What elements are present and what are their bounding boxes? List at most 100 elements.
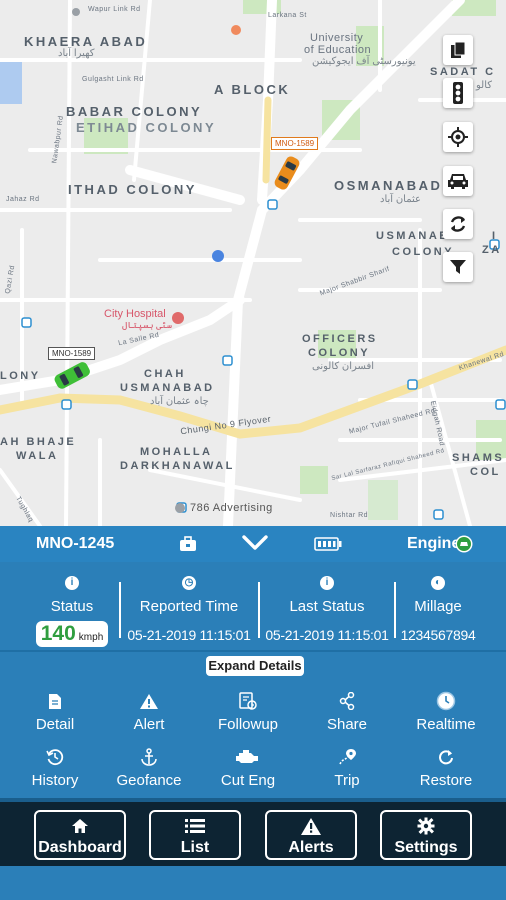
map-area-label: COL xyxy=(470,466,501,478)
trip-icon xyxy=(339,749,356,765)
restore-icon xyxy=(439,750,453,765)
map-urdu-label: کھیرا آباد xyxy=(58,48,95,59)
map-area-label: SHAMS xyxy=(452,452,505,464)
map-area-label: ITHAD COLONY xyxy=(68,182,197,197)
last-status-stat: i Last Status 05-21-2019 11:15:01 xyxy=(262,570,392,643)
engine-icon xyxy=(236,750,258,763)
followup-icon xyxy=(239,692,257,710)
map-area-label: A BLOCK xyxy=(214,82,291,97)
action-realtime[interactable]: Realtime xyxy=(401,691,491,733)
action-label: Cut Eng xyxy=(220,772,276,789)
expand-details-button[interactable]: Expand Details xyxy=(206,656,304,676)
vehicle-id: MNO-1245 xyxy=(36,535,115,552)
action-alert[interactable]: Alert xyxy=(104,692,194,733)
millage-stat: ◐ Millage 1234567894 xyxy=(396,570,480,643)
gear-icon xyxy=(417,817,435,835)
map-area-label: CHAH xyxy=(144,368,186,380)
millage-label: Millage xyxy=(414,598,462,615)
poi-university-urdu: یونیورسٹی آف ایجوکیشن xyxy=(312,56,416,67)
map-area-label: ZA xyxy=(482,244,502,256)
action-label: Alert xyxy=(133,716,165,733)
map-street-label: Nishtar Rd xyxy=(330,512,369,519)
home-icon xyxy=(72,819,88,833)
poi-university-line2: of Education xyxy=(304,44,372,56)
action-label: Restore xyxy=(419,772,473,789)
map-urdu-label: چاہ عثمان آباد xyxy=(150,396,209,407)
action-trip[interactable]: Trip xyxy=(302,748,392,789)
map-urdu-label: کالو xyxy=(476,80,493,91)
engine-status-icon xyxy=(455,535,473,553)
nav-label: List xyxy=(180,839,210,856)
traffic-light-icon xyxy=(453,82,463,104)
speed-badge: 140 kmph xyxy=(35,621,109,647)
battery-icon xyxy=(314,537,342,551)
speed-unit: kmph xyxy=(78,632,104,643)
reported-time-stat: ◷ Reported Time 05-21-2019 11:15:01 xyxy=(122,570,256,643)
stat-divider xyxy=(119,582,121,638)
poi-hospital-urdu: سٹی ہسپتال xyxy=(122,320,172,330)
status-stat: i Status 140 kmph xyxy=(26,570,118,647)
vehicle-marker-green[interactable] xyxy=(50,358,94,392)
map-street-label: Gulgasht Link Rd xyxy=(82,76,144,83)
action-geofance[interactable]: Geofance xyxy=(104,748,194,789)
vehicle-marker-orange[interactable] xyxy=(272,152,302,194)
nav-list-button[interactable]: List xyxy=(149,810,241,860)
history-icon xyxy=(46,749,64,766)
vehicle-plate-label: MNO-1589 xyxy=(271,137,319,150)
action-restore[interactable]: Restore xyxy=(401,748,491,789)
chevron-down-icon[interactable] xyxy=(242,534,268,552)
divider xyxy=(0,650,506,652)
last-status-value: 05-21-2019 11:15:01 xyxy=(265,627,389,643)
map-area-label: ETIHAD COLONY xyxy=(76,120,217,135)
refresh-button[interactable] xyxy=(443,209,473,239)
map-area-label: DARKHANAWAL xyxy=(120,460,235,472)
warning-icon xyxy=(140,693,158,709)
map-view[interactable]: KHAERA ABAD A BLOCK BABAR COLONY ETIHAD … xyxy=(0,0,506,526)
traffic-button[interactable] xyxy=(443,78,473,108)
reported-time-value: 05-21-2019 11:15:01 xyxy=(127,627,251,643)
locate-button[interactable] xyxy=(443,122,473,152)
vehicle-info-panel: MNO-1245 Engine i Status 140 kmph ◷ Repo… xyxy=(0,526,506,900)
nav-alerts-button[interactable]: Alerts xyxy=(265,810,357,860)
action-label: Followup xyxy=(217,716,279,733)
map-area-label: WALA xyxy=(16,450,59,462)
nav-dashboard-button[interactable]: Dashboard xyxy=(34,810,126,860)
action-share[interactable]: Share xyxy=(302,692,392,733)
warning-icon xyxy=(301,817,321,835)
clock-icon: ◷ xyxy=(182,576,196,590)
refresh-icon xyxy=(450,216,466,232)
status-label: Status xyxy=(50,598,94,615)
car-icon xyxy=(448,174,468,189)
bottom-navigation: Dashboard List Alerts Settings xyxy=(0,802,506,866)
millage-value: 1234567894 xyxy=(400,627,476,643)
action-detail[interactable]: Detail xyxy=(10,692,100,733)
locate-icon xyxy=(448,127,468,147)
info-icon: i xyxy=(320,576,334,590)
vehicle-header: MNO-1245 Engine xyxy=(0,526,506,562)
vehicle-button[interactable] xyxy=(443,166,473,196)
map-street-label: Jahaz Rd xyxy=(6,196,40,203)
engine-label: Engine xyxy=(407,535,461,552)
map-area-label: LONY xyxy=(0,370,41,382)
action-label: Realtime xyxy=(416,716,476,733)
last-status-label: Last Status xyxy=(289,598,365,615)
map-street-label: Wapur Link Rd xyxy=(88,6,141,13)
reported-time-label: Reported Time xyxy=(139,598,239,615)
action-cut-engine[interactable]: Cut Eng xyxy=(203,748,293,789)
poi-advertising[interactable]: 786 Advertising xyxy=(190,502,273,514)
poi-university[interactable]: University xyxy=(310,32,363,44)
action-label: Trip xyxy=(334,772,360,789)
anchor-icon xyxy=(141,748,157,766)
gauge-icon: ◐ xyxy=(431,576,445,590)
stat-divider xyxy=(258,582,260,638)
briefcase-icon[interactable] xyxy=(179,536,197,552)
nav-settings-button[interactable]: Settings xyxy=(380,810,472,860)
map-area-label: BABAR COLONY xyxy=(66,104,203,119)
map-area-label: COLONY xyxy=(308,347,371,359)
action-history[interactable]: History xyxy=(10,748,100,789)
action-followup[interactable]: Followup xyxy=(203,692,293,733)
poi-hospital[interactable]: City Hospital xyxy=(104,308,166,320)
nav-label: Settings xyxy=(394,839,458,856)
copy-button[interactable] xyxy=(443,35,473,65)
filter-button[interactable] xyxy=(443,252,473,282)
